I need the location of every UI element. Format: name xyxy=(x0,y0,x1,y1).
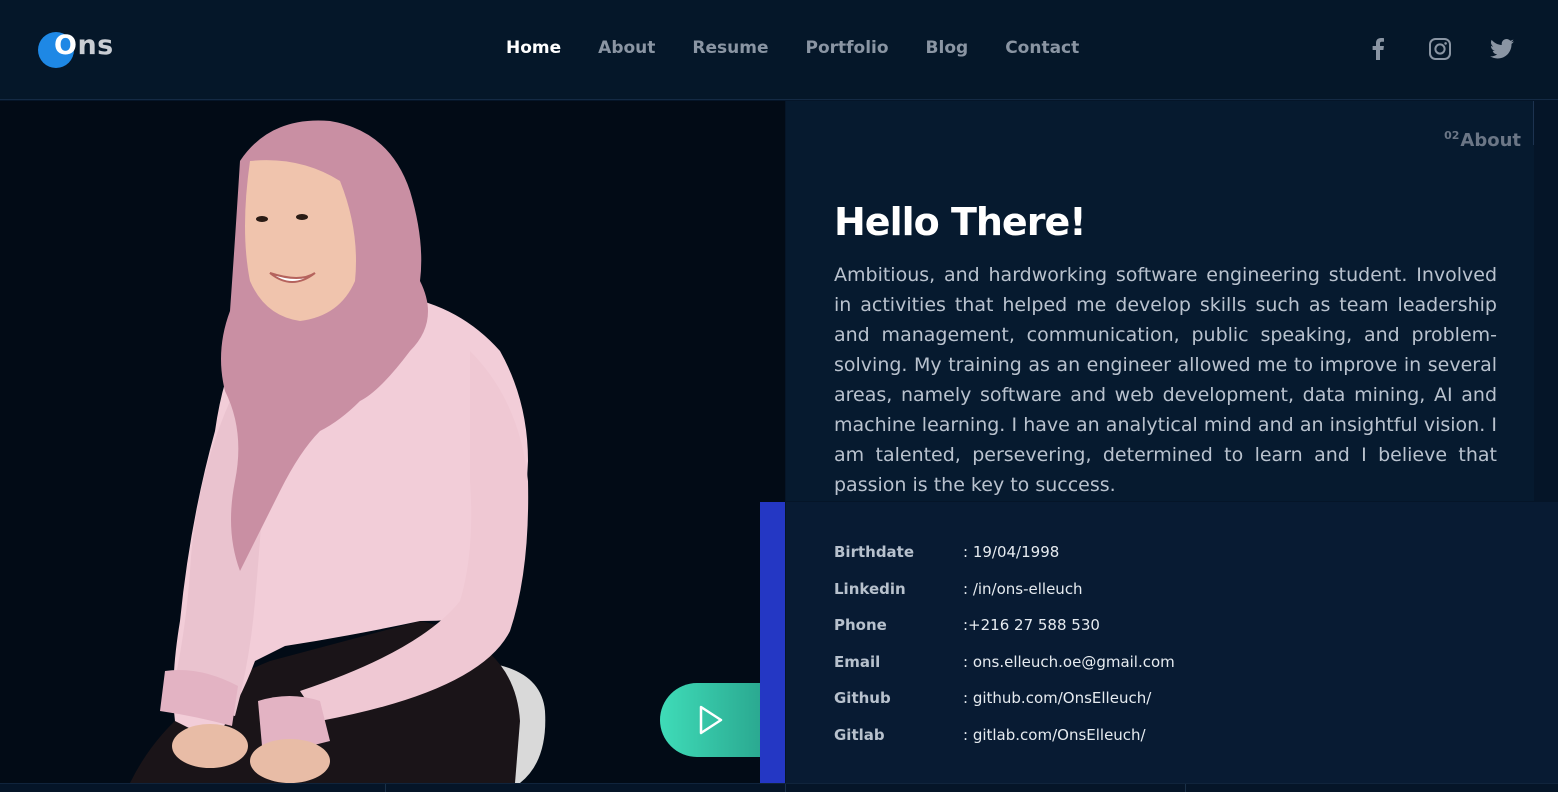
facebook-icon[interactable] xyxy=(1366,36,1390,62)
github-link[interactable]: : github.com/OnsElleuch/ xyxy=(963,689,1151,707)
section-label: About xyxy=(1460,130,1521,151)
twitter-icon[interactable] xyxy=(1490,36,1514,62)
profile-photo xyxy=(0,101,785,783)
main-nav: Home About Resume Portfolio Blog Contact xyxy=(506,38,1079,58)
info-label: Email xyxy=(834,653,881,671)
about-bio: Ambitious, and hardworking software engi… xyxy=(834,264,1497,496)
play-icon xyxy=(699,705,723,735)
logo-initial: O xyxy=(54,30,78,61)
site-header: Ons Home About Resume Portfolio Blog Con… xyxy=(0,0,1558,100)
bottom-divider xyxy=(385,784,386,792)
divider-line xyxy=(1533,101,1534,145)
nav-contact[interactable]: Contact xyxy=(1005,38,1079,58)
about-heading: Hello There! xyxy=(834,200,1087,244)
bottom-divider xyxy=(785,784,786,792)
nav-blog[interactable]: Blog xyxy=(926,38,969,58)
play-button[interactable] xyxy=(660,683,762,757)
gitlab-link[interactable]: : gitlab.com/OnsElleuch/ xyxy=(963,726,1146,744)
bottom-divider xyxy=(1185,784,1186,792)
profile-photo-illustration xyxy=(130,120,546,783)
info-label: Birthdate xyxy=(834,543,915,561)
nav-portfolio[interactable]: Portfolio xyxy=(805,38,888,58)
accent-bar xyxy=(760,502,785,783)
nav-home[interactable]: Home xyxy=(506,38,561,58)
info-label: Linkedin xyxy=(834,580,906,598)
info-label: Github xyxy=(834,689,891,707)
info-value: : 19/04/1998 xyxy=(963,543,1060,561)
info-label: Phone xyxy=(834,616,887,634)
info-value: :+216 27 588 530 xyxy=(963,616,1100,634)
nav-about[interactable]: About xyxy=(598,38,655,58)
email-link[interactable]: : ons.elleuch.oe@gmail.com xyxy=(963,653,1175,671)
bottom-strip xyxy=(0,783,1558,792)
linkedin-link[interactable]: : /in/ons-elleuch xyxy=(963,580,1083,598)
nav-resume[interactable]: Resume xyxy=(692,38,768,58)
section-tag: 02About xyxy=(1444,129,1521,151)
info-label: Gitlab xyxy=(834,726,885,744)
logo-rest: ns xyxy=(77,30,114,61)
section-number: 02 xyxy=(1444,129,1460,142)
instagram-icon[interactable] xyxy=(1428,36,1452,62)
logo-text: Ons xyxy=(54,30,114,61)
